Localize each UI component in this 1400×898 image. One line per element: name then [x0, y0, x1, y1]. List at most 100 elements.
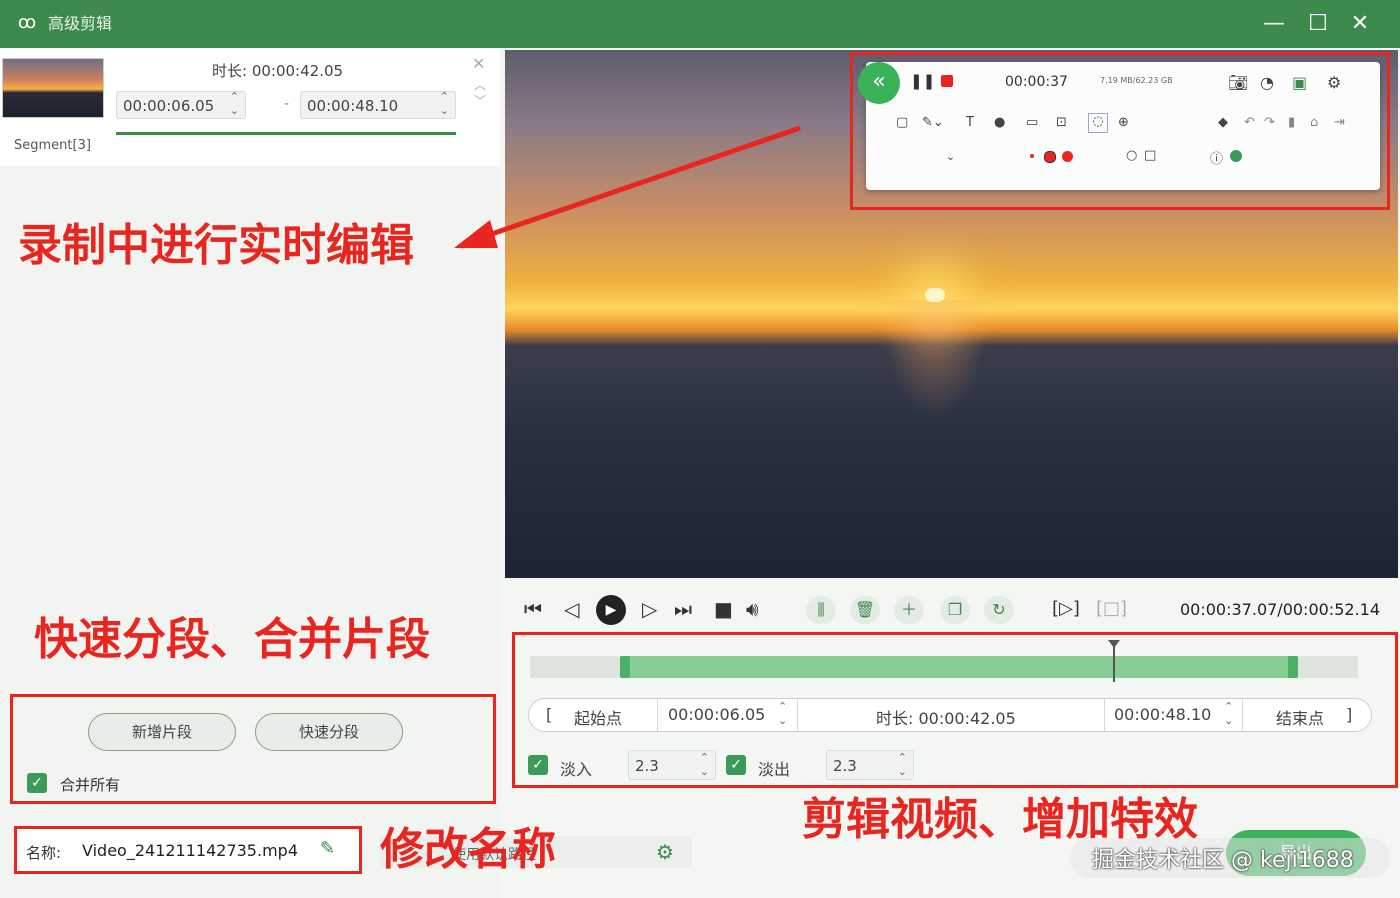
lasso-tool-icon[interactable]: ◌: [1088, 113, 1108, 133]
fill-circle-icon[interactable]: ○: [1126, 148, 1137, 163]
divider: [1242, 699, 1243, 731]
annotation-split-merge: 快速分段、合并片段: [34, 614, 430, 665]
spin-arrows-icon[interactable]: ⌃ ⌄: [778, 700, 787, 728]
timeline-selection[interactable]: [626, 656, 1296, 678]
spin-arrows-icon[interactable]: ⌃ ⌄: [700, 751, 709, 779]
reset-icon[interactable]: ↻: [984, 596, 1014, 624]
sun: [925, 288, 945, 302]
undo-icon[interactable]: ↶: [1244, 115, 1255, 130]
recorder-time: 00:00:37: [1005, 74, 1068, 90]
trim-start-value[interactable]: 00:00:06.05: [668, 705, 765, 724]
end-bracket[interactable]: ]: [1346, 705, 1352, 724]
eraser-icon[interactable]: ◆: [1218, 115, 1228, 130]
step-back-icon[interactable]: ◁: [564, 595, 579, 623]
title-bar: [0, 0, 1400, 48]
fade-in-field[interactable]: 2.3 ⌃ ⌄: [628, 750, 716, 780]
step-forward-icon[interactable]: ▷: [642, 595, 657, 623]
volume-icon[interactable]: 🔊︎: [746, 595, 759, 623]
fade-out-label: 淡出: [758, 760, 791, 779]
fade-out-value: 2.3: [833, 757, 857, 775]
maximize-button[interactable]: ☐: [1298, 8, 1338, 40]
segment-progress-bar: [116, 132, 456, 135]
rabbit-logo-icon: ꝏ: [17, 12, 37, 33]
time-readout: 00:00:37.07/00:00:52.14: [1180, 600, 1380, 619]
watermark: 掘金技术社区 @ keji1688: [1092, 848, 1354, 873]
stop-record-icon[interactable]: [941, 75, 953, 87]
quick-split-button[interactable]: 快速分段: [255, 713, 403, 751]
fade-in-value: 2.3: [635, 757, 659, 775]
spin-arrows-icon[interactable]: ⌃ ⌄: [898, 751, 907, 779]
fade-out-checkbox[interactable]: ✓: [726, 755, 746, 775]
target-tool-icon[interactable]: ⊕: [1118, 115, 1129, 130]
gear-icon[interactable]: ⚙: [656, 840, 674, 864]
segment-duration: 时长: 00:00:42.05: [212, 62, 344, 80]
info-icon[interactable]: ⓘ: [1210, 148, 1223, 167]
fade-out-field[interactable]: 2.3 ⌃ ⌄: [826, 750, 914, 780]
segment-end-value: 00:00:48.10: [307, 97, 399, 115]
trash-icon[interactable]: 🗑︎: [850, 596, 880, 624]
fade-in-label: 淡入: [560, 760, 593, 779]
status-icon[interactable]: [1230, 150, 1242, 162]
filename-label: 名称:: [26, 844, 62, 862]
frame-tool-icon[interactable]: ⊡: [1056, 115, 1067, 130]
edit-pencil-icon[interactable]: ✎: [320, 838, 335, 859]
clear-icon[interactable]: ⌂: [1310, 115, 1318, 130]
start-point-button[interactable]: 起始点: [574, 705, 622, 729]
end-handle[interactable]: [1288, 656, 1298, 678]
chevron-up-icon[interactable]: ︿: [474, 76, 486, 93]
spin-arrows-icon[interactable]: ⌃ ⌄: [1224, 700, 1233, 728]
color-selected-icon[interactable]: [1044, 151, 1056, 163]
filename-value[interactable]: Video_241211142735.mp4: [82, 841, 298, 860]
end-point-button[interactable]: 结束点: [1276, 705, 1324, 729]
play-icon[interactable]: ▶: [596, 595, 626, 625]
copy-icon[interactable]: ❐: [940, 596, 970, 624]
pen-tool-icon[interactable]: ✎⌄: [922, 115, 944, 130]
spin-arrows-icon[interactable]: ⌃ ⌄: [440, 90, 449, 118]
segment-end-field[interactable]: 00:00:48.10 ⌃ ⌄: [300, 90, 456, 119]
rectangle-tool-icon[interactable]: ▢: [896, 115, 908, 130]
go-end-icon[interactable]: ⏭: [674, 595, 692, 623]
merge-all-label: 合并所有: [60, 776, 121, 794]
split-icon[interactable]: ⫼: [806, 596, 836, 624]
toolbox-icon[interactable]: ▣: [1292, 73, 1307, 92]
segment-thumbnail[interactable]: [2, 58, 104, 118]
add-icon[interactable]: ＋: [894, 596, 924, 624]
size-small-icon[interactable]: [1030, 154, 1034, 158]
image-tool-icon[interactable]: ▭: [1026, 115, 1038, 130]
spin-arrows-icon[interactable]: ⌃ ⌄: [230, 90, 239, 118]
trim-end-value[interactable]: 00:00:48.10: [1114, 705, 1211, 724]
segment-label: Segment[3]: [14, 138, 91, 153]
merge-all-checkbox[interactable]: ✓: [27, 773, 47, 793]
number-tool-icon[interactable]: ●: [994, 115, 1005, 130]
segment-start-field[interactable]: 00:00:06.05 ⌃ ⌄: [116, 90, 246, 119]
minimize-button[interactable]: —: [1254, 8, 1294, 40]
settings-icon[interactable]: ⚙: [1327, 73, 1341, 92]
divider: [657, 699, 658, 731]
dropdown-icon[interactable]: ⌄: [946, 150, 955, 163]
close-icon[interactable]: ✕: [472, 54, 485, 73]
add-segment-button[interactable]: 新增片段: [88, 713, 236, 751]
pause-icon[interactable]: ❚❚: [910, 72, 935, 90]
delete-icon[interactable]: ▮: [1288, 115, 1295, 130]
chevron-down-icon[interactable]: ﹀: [474, 92, 486, 109]
camera-icon[interactable]: 📷︎: [1228, 73, 1248, 92]
annotation-arrow: [454, 125, 801, 248]
annotation-realtime-edit: 录制中进行实时编辑: [18, 220, 414, 271]
redo-icon[interactable]: ↷: [1264, 115, 1275, 130]
divider: [1104, 699, 1105, 731]
play-selection-icon[interactable]: [▷]: [1052, 595, 1080, 623]
preview-selection-icon[interactable]: [□]: [1096, 595, 1127, 623]
timer-icon[interactable]: ◔: [1260, 73, 1274, 92]
playhead[interactable]: [1113, 644, 1115, 682]
collapse-icon[interactable]: «: [858, 62, 900, 104]
start-handle[interactable]: [620, 656, 630, 678]
start-bracket[interactable]: [: [546, 705, 552, 724]
close-button[interactable]: ✕: [1340, 8, 1380, 40]
color-red-icon[interactable]: [1062, 151, 1073, 162]
text-tool-icon[interactable]: T: [966, 115, 974, 130]
stop-icon[interactable]: ■: [714, 595, 733, 623]
go-start-icon[interactable]: ⏮: [524, 595, 542, 623]
fade-in-checkbox[interactable]: ✓: [528, 755, 548, 775]
exit-icon[interactable]: ⇥: [1334, 115, 1345, 130]
fill-square-icon[interactable]: □: [1144, 148, 1156, 163]
